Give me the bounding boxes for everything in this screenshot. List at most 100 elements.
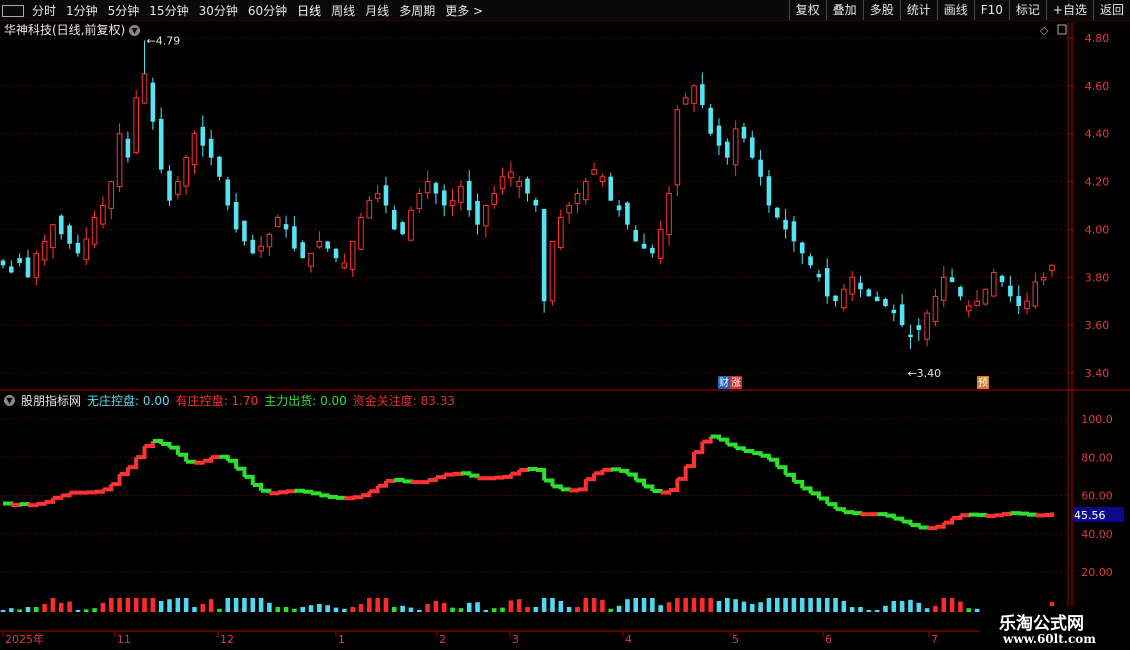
histogram-bar <box>283 607 289 612</box>
candle-body <box>582 181 589 201</box>
candle-body <box>483 205 489 227</box>
chart-canvas[interactable]: 4.80 4.60 4.40 4.20 4.00 3.80 3.60 3.40 100.0 80.… <box>0 0 1130 650</box>
histogram-bar <box>949 598 955 612</box>
histogram-bar <box>633 598 639 612</box>
statistics-button[interactable]: 统计 <box>899 0 937 20</box>
histogram-bar <box>500 607 505 612</box>
histogram-bar <box>491 608 497 612</box>
candle-body <box>657 228 664 259</box>
indicator-step-segment <box>735 446 746 452</box>
tab-period-1min[interactable]: 1分钟 <box>61 2 103 19</box>
indicator-step-segment <box>619 468 630 475</box>
low-price-label: ←3.40 <box>907 367 941 380</box>
indicator-step-segment <box>985 514 996 519</box>
candle-body <box>433 183 439 194</box>
indicator-step-segment <box>952 515 963 521</box>
indicator-step-segment <box>294 488 305 493</box>
histogram-bar <box>250 598 256 612</box>
f10-button[interactable]: F10 <box>973 0 1009 20</box>
scroll-button-icon <box>1057 24 1067 35</box>
indicator-step-segment <box>502 473 513 479</box>
tab-period-multi[interactable]: 多周期 <box>394 2 440 19</box>
tab-period-weekly[interactable]: 周线 <box>326 2 360 19</box>
indicator-step-segment <box>152 438 164 445</box>
diamond-icon: ◇ <box>1040 24 1049 37</box>
tab-period-more[interactable]: 更多 > <box>440 2 488 19</box>
layout-icon[interactable] <box>2 5 24 17</box>
candle-body <box>558 216 564 248</box>
indicator-step-segment <box>694 441 705 455</box>
histogram-bar <box>824 598 830 612</box>
chevron-down-icon[interactable]: ▼ <box>129 25 141 36</box>
tab-period-fenshi[interactable]: 分时 <box>27 2 61 19</box>
histogram-bar <box>550 598 555 612</box>
histogram-bar <box>799 598 805 612</box>
indicator-step-segment <box>485 476 497 481</box>
histogram-bar <box>0 610 6 612</box>
mark-button[interactable]: 标记 <box>1008 0 1046 20</box>
indicator-step-segment <box>835 507 846 513</box>
indicator-step-segment <box>402 479 413 484</box>
indicator-tick-label: 40.00 <box>1081 528 1113 541</box>
indicator-step-segment <box>635 478 647 487</box>
histogram-bar <box>899 601 905 612</box>
indicator-step-segment <box>577 479 588 492</box>
tab-period-60min[interactable]: 60分钟 <box>243 2 292 19</box>
histogram-bar <box>17 609 22 612</box>
tab-period-monthly[interactable]: 月线 <box>360 2 394 19</box>
candle-body <box>816 273 822 278</box>
tab-period-5min[interactable]: 5分钟 <box>103 2 145 19</box>
histogram-bar <box>891 601 897 612</box>
indicator-step-segment <box>1002 511 1013 516</box>
restore-rights-button[interactable]: 复权 <box>788 0 826 20</box>
candle-body <box>392 209 397 230</box>
candle-body <box>549 240 556 302</box>
overlay-button[interactable]: 叠加 <box>825 0 863 20</box>
event-badge-text: 涨 <box>731 377 741 389</box>
histogram-bar <box>733 599 738 612</box>
indicator-step-segment <box>269 491 280 496</box>
indicator-step-segment <box>718 437 730 445</box>
indicator-step-segment <box>644 484 655 491</box>
stock-title[interactable]: 华神科技(日线,前复权) ▼ <box>4 21 141 38</box>
histogram-bar <box>608 608 614 612</box>
back-button[interactable]: 返回 <box>1092 0 1130 20</box>
histogram-bar <box>600 599 605 612</box>
indicator-title: ▼ 股朋指标网 无庄控盘: 0.00 有庄控盘: 1.70 主力出货: 0.00… <box>4 392 455 409</box>
candle-body <box>574 193 581 205</box>
candle-body <box>608 176 614 201</box>
histogram-bar <box>774 598 780 612</box>
tab-period-30min[interactable]: 30分钟 <box>194 2 243 19</box>
action-buttons: 复权 叠加 多股 统计 画线 F10 标记 +自选 返回 <box>788 0 1130 20</box>
histogram-bar <box>183 598 189 612</box>
histogram-bar <box>466 602 472 612</box>
indicator-step-segment <box>594 469 605 476</box>
indicator-step-segment <box>877 512 888 517</box>
histogram-bar <box>641 598 647 612</box>
histogram-bar <box>908 599 913 612</box>
tab-period-15min[interactable]: 15分钟 <box>144 2 193 19</box>
indicator-step-segment <box>186 459 197 464</box>
histogram-bar <box>583 598 589 612</box>
indicator-step-segment <box>52 495 64 500</box>
x-tick-label: 3 <box>512 633 519 646</box>
price-tick-label: 3.60 <box>1085 319 1110 332</box>
histogram-bar <box>716 601 722 612</box>
indicator-step-segment <box>227 458 239 469</box>
price-tick-label: 3.40 <box>1085 367 1110 380</box>
chevron-down-icon[interactable]: ▼ <box>4 395 15 406</box>
indicator-step-segment <box>3 501 14 506</box>
x-tick-label: 4 <box>625 633 632 646</box>
add-watchlist-button[interactable]: +自选 <box>1045 0 1093 20</box>
draw-line-button[interactable]: 画线 <box>936 0 974 20</box>
histogram-bar <box>9 608 14 612</box>
histogram-bar <box>100 602 106 612</box>
histogram-bar <box>150 598 156 612</box>
candle-body <box>167 170 172 201</box>
indicator-step-segment <box>61 492 72 498</box>
x-tick-label: 2025年 <box>5 632 44 646</box>
tab-period-daily[interactable]: 日线 <box>292 2 326 19</box>
multi-stock-button[interactable]: 多股 <box>862 0 900 20</box>
indicator-step-segment <box>452 471 463 476</box>
indicator-name: 股朋指标网 <box>21 394 82 408</box>
